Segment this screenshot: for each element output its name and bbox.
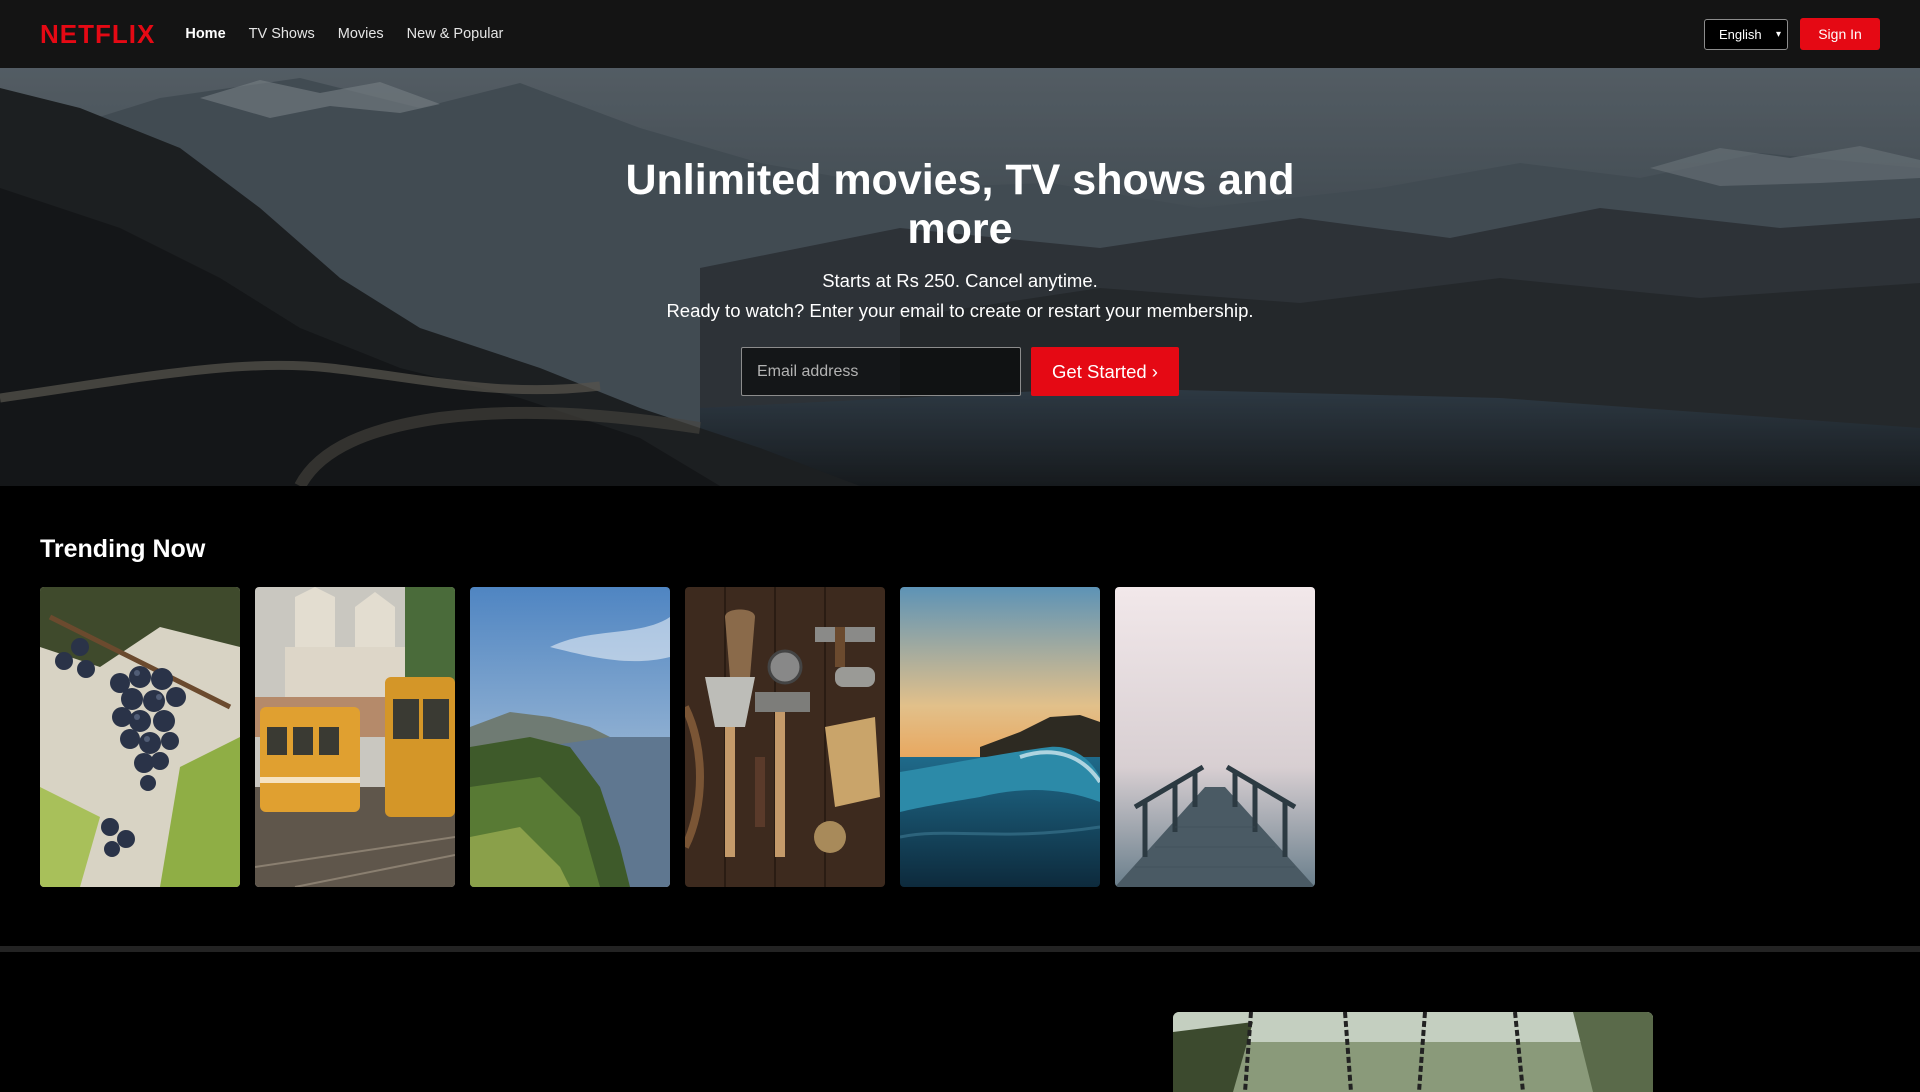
- hero-banner: Unlimited movies, TV shows and more Star…: [0, 68, 1920, 486]
- netflix-logo[interactable]: NETFLIX: [40, 19, 155, 50]
- trending-row: [40, 587, 1315, 887]
- swing-thumbnail: [1173, 1012, 1653, 1092]
- hero-prompt: Ready to watch? Enter your email to crea…: [666, 300, 1254, 321]
- section-divider: [0, 946, 1920, 952]
- sign-in-button[interactable]: Sign In: [1800, 18, 1880, 50]
- language-select[interactable]: English ▾: [1704, 18, 1788, 50]
- chevron-down-icon: ▾: [1775, 28, 1781, 40]
- email-input[interactable]: [741, 347, 1021, 396]
- nav-link-home[interactable]: Home: [185, 26, 225, 42]
- get-started-button[interactable]: Get Started ›: [1031, 347, 1179, 396]
- nav-link-tv-shows[interactable]: TV Shows: [249, 26, 315, 42]
- top-nav: NETFLIX Home TV Shows Movies New & Popul…: [0, 0, 1920, 68]
- grapes-thumbnail: [40, 587, 240, 887]
- wave-thumbnail: [900, 587, 1100, 887]
- nav-link-new-popular[interactable]: New & Popular: [407, 26, 504, 42]
- trending-card-tools[interactable]: [685, 587, 885, 887]
- hero-subtitle: Starts at Rs 250. Cancel anytime.: [822, 270, 1098, 291]
- trending-card-grapes[interactable]: [40, 587, 240, 887]
- nav-actions: English ▾ Sign In: [1704, 18, 1880, 50]
- trending-card-wave[interactable]: [900, 587, 1100, 887]
- trending-title: Trending Now: [40, 535, 206, 563]
- trending-card-tram[interactable]: [255, 587, 455, 887]
- hero-title: Unlimited movies, TV shows and more: [625, 156, 1295, 253]
- trending-card-coast[interactable]: [470, 587, 670, 887]
- tram-thumbnail: [255, 587, 455, 887]
- nav-link-movies[interactable]: Movies: [338, 26, 384, 42]
- coast-thumbnail: [470, 587, 670, 887]
- tools-thumbnail: [685, 587, 885, 887]
- feature-image-swing: [1173, 1012, 1653, 1092]
- language-select-value: English: [1719, 26, 1762, 42]
- nav-links: Home TV Shows Movies New & Popular: [185, 26, 503, 42]
- pier-thumbnail: [1115, 587, 1315, 887]
- trending-card-pier[interactable]: [1115, 587, 1315, 887]
